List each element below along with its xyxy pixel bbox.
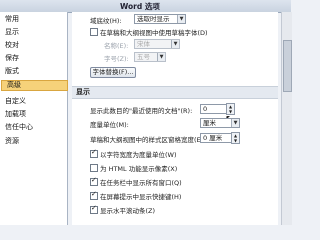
draft-font-name-select[interactable]: 宋体 ▼ (134, 39, 180, 49)
draft-font-checkbox[interactable] (90, 28, 98, 36)
sidebar-item-addins[interactable]: 加载项 (0, 109, 67, 120)
field-shading-label: 域底纹(H): (90, 17, 122, 25)
recent-docs-input[interactable]: 0 (200, 104, 229, 114)
draft-font-label: 在草稿和大纲视图中使用草稿字体(D) (100, 29, 208, 37)
sidebar-item-resources[interactable]: 资源 (0, 136, 67, 147)
advanced-options-panel: 域底纹(H): 选取时显示 ▼ 在草稿和大纲视图中使用草稿字体(D) 名称(E)… (72, 12, 278, 225)
chevron-down-icon: ▼ (231, 119, 239, 127)
sidebar-item-advanced[interactable]: 高级 (1, 80, 68, 91)
options-sidebar: 常用 显示 校对 保存 版式 高级 自定义 加载项 信任中心 资源 (0, 12, 68, 225)
recent-docs-label: 显示此数目的"最近使用的文档"(R): (90, 107, 193, 115)
font-substitution-button[interactable]: 字体替换(F)... (90, 67, 136, 78)
chevron-down-icon: ▼ (157, 53, 165, 61)
vertical-scrollbar[interactable] (281, 12, 292, 225)
draft-font-size-label: 字号(Z): (104, 55, 129, 63)
draft-font-name-value: 宋体 (137, 40, 150, 48)
draft-font-size-value: 五号 (137, 53, 150, 61)
char-width-units-label: 以字符宽度为度量单位(W) (100, 151, 177, 159)
screentip-shortcuts-checkbox[interactable] (90, 190, 98, 200)
horizontal-scrollbar-checkbox[interactable] (90, 204, 98, 214)
taskbar-windows-checkbox[interactable] (90, 176, 98, 186)
sidebar-item-customize[interactable]: 自定义 (0, 96, 67, 107)
draft-font-name-label: 名称(E): (104, 42, 129, 50)
display-section-header: 显示 (72, 86, 278, 99)
sidebar-item-trust-center[interactable]: 信任中心 (0, 122, 67, 133)
sidebar-item-display[interactable]: 显示 (0, 27, 67, 38)
html-pixels-checkbox[interactable] (90, 164, 98, 172)
style-area-width-spinner[interactable]: ▲ ▼ (231, 132, 240, 144)
taskbar-windows-label: 在任务栏中显示所有窗口(Q) (100, 179, 182, 187)
sidebar-item-proofing[interactable]: 校对 (0, 40, 67, 51)
scrollbar-thumb[interactable] (283, 40, 292, 92)
units-select[interactable]: 厘米 ▼ (200, 118, 240, 128)
sidebar-item-save[interactable]: 保存 (0, 53, 67, 64)
units-value: 厘米 (203, 119, 216, 127)
field-shading-select[interactable]: 选取时显示 ▼ (134, 14, 186, 24)
html-pixels-label: 为 HTML 功能显示像素(X) (100, 165, 178, 173)
sidebar-item-popular[interactable]: 常用 (0, 14, 67, 25)
window-title: Word 选项 (120, 2, 160, 11)
style-area-width-value: 0 厘米 (203, 134, 223, 142)
char-width-units-checkbox[interactable] (90, 148, 98, 158)
chevron-down-icon: ▼ (171, 40, 179, 48)
style-area-width-label: 草稿和大纲视图中的样式区窗格宽度(E): (90, 136, 206, 144)
draft-font-size-select[interactable]: 五号 ▼ (134, 52, 166, 62)
chevron-down-icon: ▼ (177, 15, 185, 23)
spin-down-icon[interactable]: ▼ (232, 138, 239, 143)
horizontal-scrollbar-label: 显示水平滚动条(Z) (100, 207, 156, 215)
style-area-width-input[interactable]: 0 厘米 (200, 133, 234, 143)
field-shading-value: 选取时显示 (137, 15, 170, 23)
units-label: 度量单位(M): (90, 121, 129, 129)
screentip-shortcuts-label: 在屏幕提示中显示快捷键(H) (100, 193, 182, 201)
sidebar-item-typography[interactable]: 版式 (0, 66, 67, 77)
recent-docs-value: 0 (203, 105, 208, 113)
